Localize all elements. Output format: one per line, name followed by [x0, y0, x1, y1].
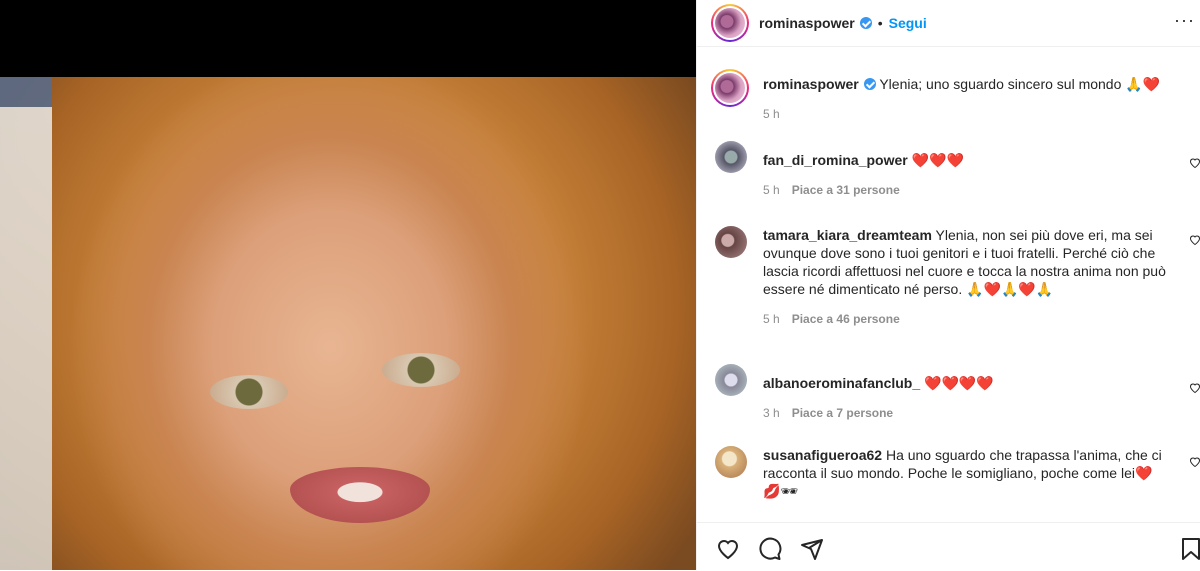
- commenter-avatar[interactable]: [715, 446, 747, 478]
- verified-icon: [863, 78, 876, 90]
- commenter-avatar[interactable]: [715, 364, 747, 396]
- caption-username[interactable]: rominaspower: [763, 76, 859, 92]
- author-username[interactable]: rominaspower: [759, 15, 855, 31]
- caption-text: Ylenia; uno sguardo sincero sul mondo 🙏❤…: [879, 76, 1161, 92]
- comment-time[interactable]: 5 h: [763, 312, 780, 326]
- right-eye: [382, 353, 460, 387]
- heart-icon[interactable]: [715, 537, 741, 561]
- commenter-avatar[interactable]: [715, 141, 747, 173]
- comment-item: albanoerominafanclub_ ❤️❤️❤️❤️ 3 h Piace …: [715, 364, 1200, 422]
- comment-username[interactable]: fan_di_romina_power: [763, 152, 908, 168]
- comment-time[interactable]: 3 h: [763, 406, 780, 420]
- post-side-panel: rominaspower • Segui ··· rominaspower Yl…: [696, 0, 1200, 570]
- comment-likes[interactable]: Piace a 7 persone: [792, 406, 893, 420]
- comment-username[interactable]: susanafigueroa62: [763, 447, 882, 463]
- post-header: rominaspower • Segui ···: [697, 0, 1200, 47]
- left-eye: [210, 375, 288, 409]
- comment-likes[interactable]: Piace a 31 persone: [792, 183, 900, 197]
- comment-item: susanafigueroa62 Ha uno sguardo che trap…: [715, 446, 1200, 500]
- post-image[interactable]: [0, 77, 696, 570]
- comment-text: ❤️❤️❤️❤️: [924, 375, 994, 391]
- more-options-icon[interactable]: ···: [1174, 10, 1195, 31]
- caption-time[interactable]: 5 h: [763, 105, 1183, 123]
- post-actions-bar: [697, 522, 1200, 571]
- share-icon[interactable]: [799, 537, 825, 561]
- like-comment-heart-icon[interactable]: [1189, 157, 1200, 169]
- commenter-avatar[interactable]: [715, 226, 747, 258]
- post-caption: rominaspower Ylenia; uno sguardo sincero…: [711, 69, 1183, 123]
- comment-icon[interactable]: [757, 537, 783, 561]
- lips: [290, 467, 430, 523]
- comment-text: ❤️❤️❤️: [911, 152, 964, 168]
- background-strip: [0, 77, 52, 570]
- separator: •: [877, 15, 883, 31]
- bookmark-icon[interactable]: [1181, 537, 1200, 561]
- comment-username[interactable]: albanoerominafanclub_: [763, 375, 920, 391]
- comment-likes[interactable]: Piace a 46 persone: [792, 312, 900, 326]
- comment-username[interactable]: tamara_kiara_dreamteam: [763, 227, 932, 243]
- follow-button[interactable]: Segui: [889, 15, 927, 31]
- caption-avatar[interactable]: [711, 69, 749, 107]
- post-photo[interactable]: [0, 0, 696, 570]
- comment-time[interactable]: 5 h: [763, 183, 780, 197]
- author-avatar[interactable]: [711, 4, 749, 42]
- comment-item: tamara_kiara_dreamteam Ylenia, non sei p…: [715, 226, 1200, 328]
- verified-icon: [859, 17, 872, 29]
- comment-item: fan_di_romina_power ❤️❤️❤️ 5 h Piace a 31…: [715, 141, 1200, 199]
- like-comment-heart-icon[interactable]: [1189, 234, 1200, 246]
- like-comment-heart-icon[interactable]: [1189, 382, 1200, 394]
- like-comment-heart-icon[interactable]: [1189, 456, 1200, 468]
